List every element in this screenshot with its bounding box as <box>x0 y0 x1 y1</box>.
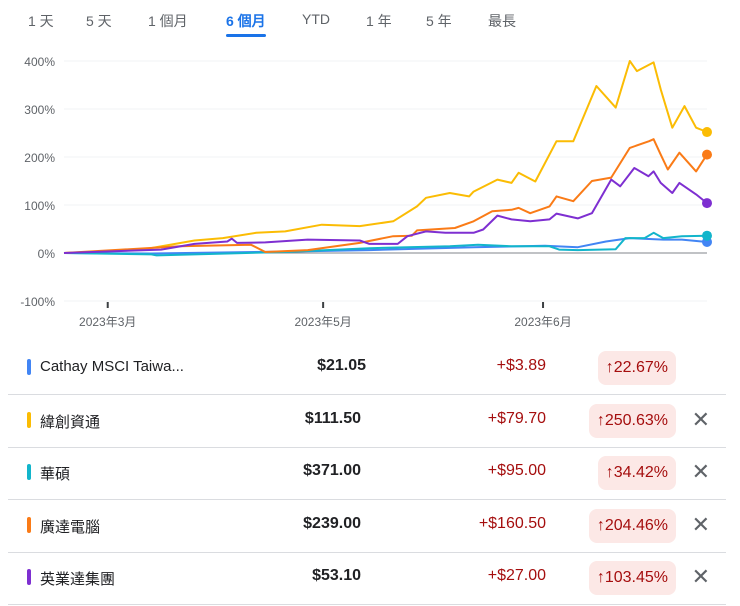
series-end-marker <box>702 127 712 138</box>
series-line <box>63 138 708 254</box>
comparison-row[interactable]: 緯創資通 $111.50 +$79.70 ↑250.63% ✕ <box>8 395 726 448</box>
comparison-row[interactable]: Cathay MSCI Taiwa... $21.05 +$3.89 ↑22.67% <box>8 342 726 395</box>
percent-change-badge: ↑204.46% <box>588 508 676 543</box>
y-tick-label: 400% <box>24 55 55 69</box>
percent-change-badge: ↑250.63% <box>588 403 676 438</box>
percent-change: 250.63% <box>604 411 668 429</box>
series-color-indicator <box>27 359 31 375</box>
security-name[interactable]: 廣達電腦 <box>40 516 100 537</box>
price-change: +$160.50 <box>478 514 546 532</box>
comparison-row[interactable]: 英業達集團 $53.10 +$27.00 ↑103.45% ✕ <box>8 552 726 605</box>
up-arrow-icon: ↑ <box>605 464 614 481</box>
price-change: +$79.70 <box>487 409 546 427</box>
series-end-marker <box>702 230 712 241</box>
series-end-marker <box>702 198 712 209</box>
x-tick-label: 2023年3月 <box>79 315 136 329</box>
tab-1-year[interactable]: 1 年 <box>366 11 392 31</box>
price: $21.05 <box>317 357 366 374</box>
comparison-chart[interactable]: 400% 300% 200% 100% 0% -100% 2023年3月 2023年5月 202… <box>0 40 740 340</box>
series-color-indicator <box>27 464 31 480</box>
percent-change: 204.46% <box>604 516 668 534</box>
y-tick-label: 0% <box>38 247 56 261</box>
y-tick-label: 100% <box>24 199 55 213</box>
percent-change: 34.42% <box>613 464 668 481</box>
comparison-row[interactable]: 廣達電腦 $239.00 +$160.50 ↑204.46% ✕ <box>8 500 726 553</box>
up-arrow-icon: ↑ <box>596 411 605 429</box>
remove-comparison-button[interactable]: ✕ <box>692 512 710 538</box>
price: $111.50 <box>304 409 361 427</box>
tab-5-year[interactable]: 5 年 <box>426 11 452 31</box>
remove-comparison-button[interactable]: ✕ <box>692 459 710 485</box>
security-name[interactable]: Cathay MSCI Taiwa... <box>40 358 184 375</box>
tab-max[interactable]: 最長 <box>488 11 516 31</box>
up-arrow-icon: ↑ <box>605 359 614 376</box>
series-color-indicator <box>27 516 31 533</box>
percent-change-badge: ↑103.45% <box>588 561 676 595</box>
percent-change-badge: ↑22.67% <box>597 351 676 385</box>
percent-change-badge: ↑34.42% <box>597 456 676 490</box>
series-color-indicator <box>27 411 31 428</box>
y-tick-label: 300% <box>24 103 55 117</box>
price: $53.10 <box>312 567 361 584</box>
price: $371.00 <box>303 462 361 479</box>
remove-comparison-button[interactable]: ✕ <box>692 407 710 433</box>
price: $239.00 <box>303 514 361 532</box>
up-arrow-icon: ↑ <box>596 516 605 534</box>
y-tick-label: -100% <box>20 295 55 309</box>
tab-5-day[interactable]: 5 天 <box>86 11 112 31</box>
security-name[interactable]: 緯創資通 <box>40 411 100 432</box>
tab-1-month[interactable]: 1 個月 <box>148 11 188 31</box>
price-change: +$3.89 <box>496 357 546 374</box>
remove-comparison-button[interactable]: ✕ <box>692 564 710 590</box>
y-tick-label: 200% <box>24 151 55 165</box>
x-tick-label: 2023年5月 <box>294 315 351 329</box>
tab-ytd[interactable]: YTD <box>302 11 330 27</box>
security-name[interactable]: 英業達集團 <box>40 568 115 589</box>
comparison-row[interactable]: 華碩 $371.00 +$95.00 ↑34.42% ✕ <box>8 447 726 500</box>
tab-6-month[interactable]: 6 個月 <box>226 11 266 37</box>
security-name[interactable]: 華碩 <box>40 463 70 484</box>
time-range-tabs: 1 天 5 天 1 個月 6 個月 YTD 1 年 5 年 最長 <box>0 8 740 37</box>
series-end-marker <box>702 149 712 160</box>
price-change: +$27.00 <box>487 567 546 584</box>
percent-change: 22.67% <box>613 359 668 376</box>
series-color-indicator <box>27 569 31 585</box>
percent-change: 103.45% <box>604 569 668 586</box>
tab-1-day[interactable]: 1 天 <box>28 11 54 31</box>
x-tick-label: 2023年6月 <box>514 315 571 329</box>
up-arrow-icon: ↑ <box>596 569 605 586</box>
price-change: +$95.00 <box>487 462 546 479</box>
